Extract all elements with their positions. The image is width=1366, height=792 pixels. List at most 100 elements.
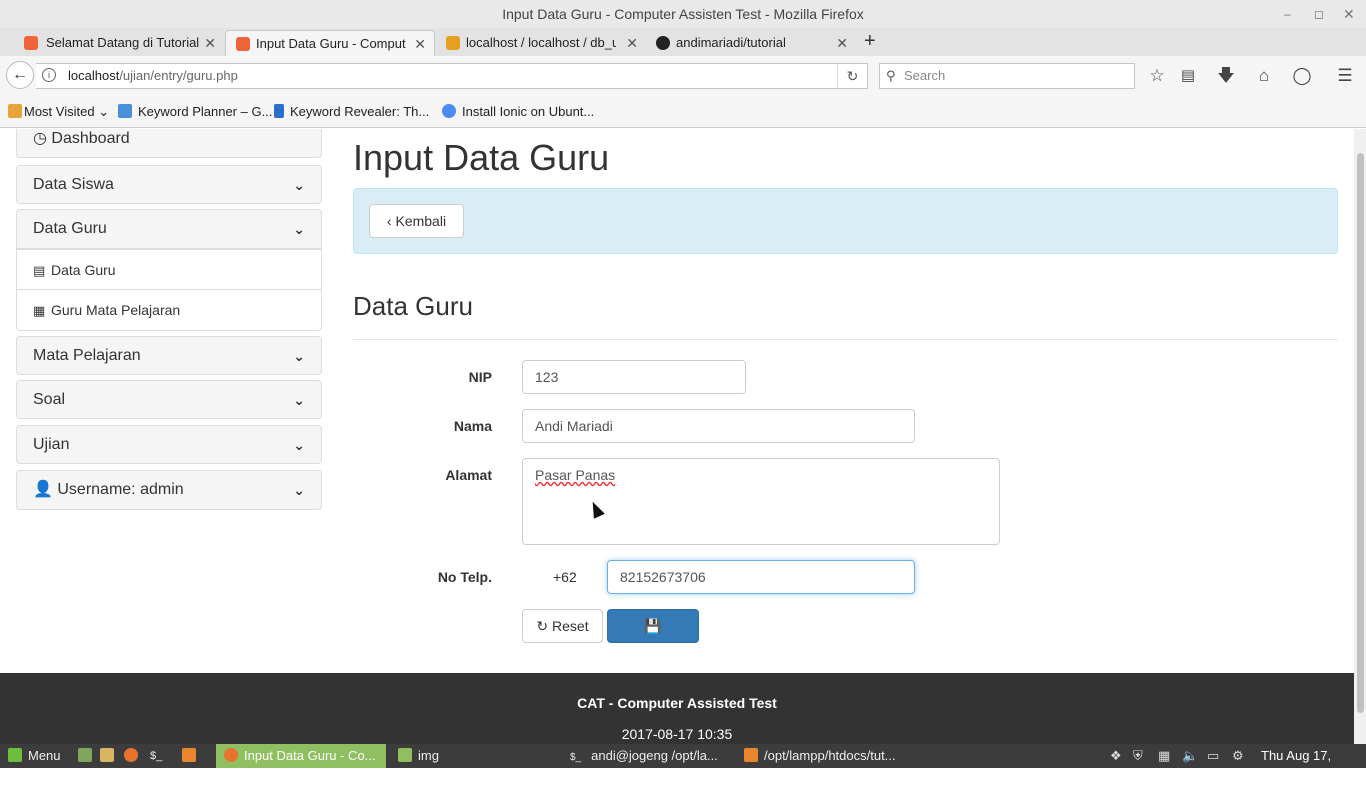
- network-icon[interactable]: ▦: [1158, 744, 1170, 768]
- close-tab-icon[interactable]: ✕: [414, 31, 426, 56]
- sidebar-item-label: Ujian: [33, 436, 70, 453]
- settings-icon[interactable]: ⚙: [1232, 744, 1244, 768]
- keyword-revealer-icon: [274, 104, 284, 118]
- clock[interactable]: Thu Aug 17, 10:35: [1261, 744, 1366, 792]
- download-icon[interactable]: 🡇: [1214, 64, 1238, 88]
- chevron-down-icon: ⌄: [293, 392, 305, 408]
- close-tab-icon[interactable]: ✕: [836, 30, 848, 56]
- tab-selamat-datang[interactable]: Selamat Datang di Tutorial ✕: [0, 30, 224, 56]
- folder-icon: [8, 104, 22, 118]
- volume-icon[interactable]: 🔈: [1182, 744, 1198, 768]
- close-window-button[interactable]: ✕: [1343, 0, 1355, 28]
- tab-label: Input Data Guru - Compute: [256, 36, 406, 51]
- back-button[interactable]: ←: [6, 61, 34, 89]
- firefox-icon: [224, 748, 238, 762]
- sidebar-subitem-guru-mata-pelajaran[interactable]: ▦ Guru Mata Pelajaran: [16, 289, 322, 331]
- user-icon: 👤: [33, 481, 53, 498]
- reset-button[interactable]: ↻ Reset: [522, 609, 603, 643]
- chevron-down-icon: ⌄: [293, 482, 305, 498]
- bookmark-install-ionic[interactable]: Install Ionic on Ubunt...: [442, 96, 594, 128]
- tab-label: localhost / localhost / db_uji: [466, 35, 616, 50]
- nip-label: NIP: [468, 369, 492, 385]
- close-tab-icon[interactable]: ✕: [626, 30, 638, 56]
- sidebar-item-label: Mata Pelajaran: [33, 347, 141, 364]
- tab-phpmyadmin[interactable]: localhost / localhost / db_uji ✕: [436, 30, 646, 56]
- page-content: ◷ Dashboard Data Siswa ⌄ Data Guru ⌄ ▤ Da…: [0, 129, 1354, 744]
- task-img-folder[interactable]: img: [392, 744, 562, 768]
- divider: [353, 339, 1338, 340]
- files-icon[interactable]: [100, 744, 118, 768]
- bookmark-star-icon[interactable]: ☆: [1145, 64, 1169, 88]
- github-icon: [656, 36, 670, 50]
- refresh-icon: ↻: [536, 618, 549, 634]
- sidebar-item-label: 👤 Username: admin: [33, 481, 184, 498]
- taskbar-separator: [206, 744, 214, 768]
- firefox-launcher-icon[interactable]: [124, 744, 142, 768]
- nama-field[interactable]: Andi Mariadi: [522, 409, 915, 443]
- url-bar[interactable]: i localhost/ujian/entry/guru.php ↻: [36, 63, 868, 89]
- task-sublime[interactable]: /opt/lampp/htdocs/tut...: [742, 744, 912, 768]
- task-terminal[interactable]: $_ andi@jogeng /opt/la...: [568, 744, 738, 768]
- close-tab-icon[interactable]: ✕: [204, 30, 216, 56]
- back-button-kembali[interactable]: ‹ Kembali: [369, 204, 464, 238]
- nip-field[interactable]: 123: [522, 360, 746, 394]
- page-title: Input Data Guru: [353, 137, 610, 178]
- reading-list-icon[interactable]: ▤: [1176, 64, 1200, 88]
- sidebar-item-data-guru[interactable]: Data Guru ⌄: [16, 209, 322, 249]
- battery-icon[interactable]: ▭: [1207, 744, 1219, 768]
- sidebar-item-mata-pelajaran[interactable]: Mata Pelajaran ⌄: [16, 336, 322, 375]
- dropbox-icon[interactable]: ❖: [1110, 744, 1122, 768]
- sublime-icon[interactable]: [182, 744, 200, 768]
- reload-icon[interactable]: ↻: [837, 64, 867, 88]
- alamat-label: Alamat: [445, 467, 492, 483]
- chevron-down-icon: ⌄: [98, 104, 110, 119]
- tab-github[interactable]: andimariadi/tutorial ✕: [646, 30, 856, 56]
- info-icon[interactable]: i: [42, 68, 56, 82]
- sidebar-item-label: Data Siswa: [33, 176, 114, 193]
- nama-label: Nama: [453, 418, 492, 434]
- sidebar-item-dashboard[interactable]: ◷ Dashboard: [16, 129, 322, 158]
- terminal-icon[interactable]: $_: [150, 744, 174, 768]
- start-menu-button[interactable]: Menu: [4, 744, 70, 768]
- url-text: localhost/ujian/entry/guru.php: [68, 68, 238, 83]
- tab-bar: Selamat Datang di Tutorial ✕ Input Data …: [0, 28, 1366, 56]
- tab-input-data-guru[interactable]: Input Data Guru - Compute ✕: [225, 30, 435, 56]
- maximize-button[interactable]: ◻: [1314, 0, 1324, 28]
- sidebar-item-data-siswa[interactable]: Data Siswa ⌄: [16, 165, 322, 204]
- telp-label: No Telp.: [437, 569, 492, 585]
- most-visited-bookmark[interactable]: Most Visited ⌄: [8, 96, 109, 128]
- sublime-icon: [744, 748, 758, 762]
- footer-datetime: 2017-08-17 10:35: [621, 726, 733, 742]
- scrollbar-thumb[interactable]: [1357, 153, 1364, 713]
- save-button[interactable]: 💾 Simpan: [607, 609, 699, 666]
- show-desktop-icon[interactable]: [78, 744, 94, 768]
- bookmark-keyword-planner[interactable]: Keyword Planner – G...: [118, 96, 272, 128]
- tab-label: andimariadi/tutorial: [676, 35, 786, 50]
- sidebar-item-ujian[interactable]: Ujian ⌄: [16, 425, 322, 464]
- ionic-icon: [442, 104, 456, 118]
- search-icon: ⚲: [886, 68, 896, 83]
- sidebar-item-soal[interactable]: Soal ⌄: [16, 380, 322, 419]
- pocket-icon[interactable]: ◯: [1290, 64, 1314, 88]
- vertical-scrollbar[interactable]: [1354, 129, 1366, 744]
- home-icon[interactable]: ⌂: [1252, 64, 1276, 88]
- menu-icon[interactable]: ☰: [1333, 64, 1357, 88]
- action-panel: ‹ Kembali: [353, 188, 1338, 254]
- new-tab-button[interactable]: +: [864, 30, 876, 52]
- grid-icon: ▦: [33, 303, 46, 318]
- task-firefox[interactable]: Input Data Guru - Co...: [216, 744, 386, 768]
- chevron-down-icon: ⌄: [293, 348, 305, 364]
- shield-icon[interactable]: ⛨: [1133, 744, 1143, 768]
- sidebar-subitem-data-guru[interactable]: ▤ Data Guru: [16, 249, 322, 290]
- sidebar-item-label: Soal: [33, 391, 66, 408]
- phpmyadmin-icon: [446, 36, 460, 50]
- telp-field[interactable]: 82152673706: [607, 560, 915, 594]
- minimize-button[interactable]: –: [1284, 0, 1291, 28]
- window-title: Input Data Guru - Computer Assisten Test…: [0, 0, 1366, 28]
- list-icon: ▤: [33, 263, 46, 278]
- search-placeholder: Search: [904, 68, 946, 83]
- bookmark-keyword-revealer[interactable]: Keyword Revealer: Th...: [274, 96, 429, 128]
- footer-title: CAT - Computer Assisted Test: [577, 695, 777, 711]
- sidebar-item-username[interactable]: 👤 Username: admin ⌄: [16, 470, 322, 510]
- search-input[interactable]: ⚲ Search: [879, 63, 1135, 89]
